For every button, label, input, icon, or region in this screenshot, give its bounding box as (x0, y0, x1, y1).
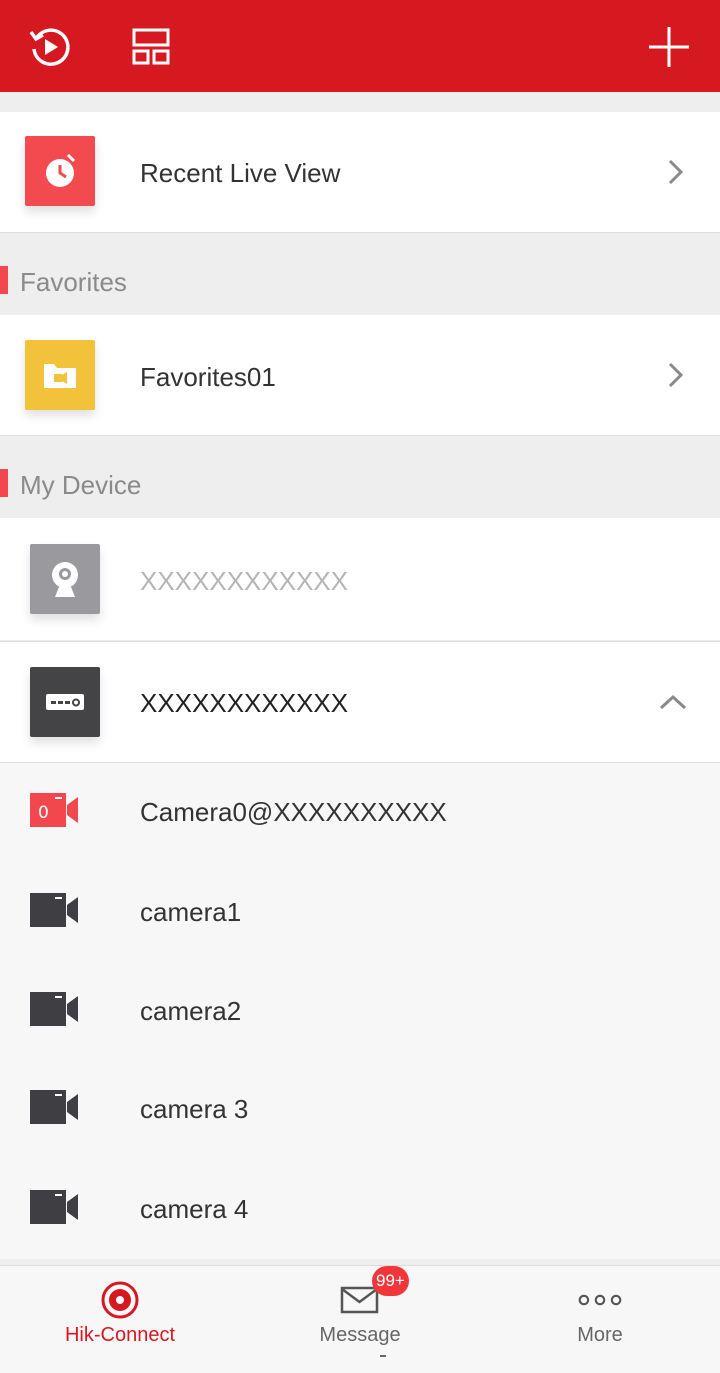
camera-list: 0 Camera0@XXXXXXXXXX camera1 camera2 cam… (0, 763, 720, 1259)
chevron-right-icon (664, 360, 688, 390)
nvr-icon (30, 667, 100, 737)
camera-icon (30, 1090, 78, 1124)
chevron-up-icon[interactable] (658, 687, 688, 717)
my-device-section-header: My Device (0, 436, 720, 518)
camera-label: camera1 (140, 897, 242, 927)
camera-row[interactable]: camera1 (0, 873, 720, 953)
my-device-section-title: My Device (20, 470, 142, 500)
playback-icon[interactable] (25, 22, 75, 72)
camera-label: camera2 (140, 996, 242, 1026)
ip-camera-icon (30, 544, 100, 614)
tab-hik-connect[interactable]: Hik-Connect (0, 1266, 240, 1373)
section-marker (0, 266, 8, 294)
camera-row[interactable]: camera2 (0, 972, 720, 1052)
camera-row[interactable]: 0 Camera0@XXXXXXXXXX (0, 773, 720, 853)
favorites-section-header: Favorites (0, 233, 720, 315)
device-row-nvr[interactable]: XXXXXXXXXXXX (0, 642, 720, 762)
message-badge: 99+ (372, 1266, 409, 1296)
alarm-clock-icon (25, 136, 95, 206)
video-folder-icon (25, 340, 95, 410)
chevron-right-icon (664, 157, 688, 187)
device-row-offline[interactable]: XXXXXXXXXXXX (0, 518, 720, 640)
camera-label: camera 3 (140, 1094, 249, 1124)
tab-message[interactable]: 99+ Message (240, 1266, 480, 1373)
tab-label: Message (319, 1324, 401, 1346)
device-name: XXXXXXXXXXXX (140, 566, 349, 596)
camera-active-icon: 0 (30, 793, 78, 827)
favorites-row[interactable]: Favorites01 (0, 315, 720, 435)
favorites-item-label: Favorites01 (140, 362, 276, 392)
camera-icon (30, 893, 78, 927)
hik-connect-icon (98, 1280, 142, 1320)
more-dots-icon (578, 1280, 622, 1320)
add-icon[interactable] (644, 22, 694, 72)
section-marker (0, 469, 8, 497)
device-name: XXXXXXXXXXXX (140, 688, 349, 718)
camera-row[interactable]: camera 4 (0, 1170, 720, 1250)
camera-label: camera 4 (140, 1194, 249, 1224)
tab-label: More (577, 1324, 623, 1346)
home-indicator (380, 1355, 386, 1357)
camera-icon (30, 1190, 78, 1224)
favorites-section-title: Favorites (20, 267, 127, 297)
layout-icon[interactable] (126, 22, 176, 72)
camera-row[interactable]: camera 3 (0, 1070, 720, 1150)
camera-label: Camera0@XXXXXXXXXX (140, 797, 447, 827)
camera-icon (30, 992, 78, 1026)
bottom-tab-bar: Hik-Connect 99+ Message More (0, 1265, 720, 1373)
camera-index-badge: 0 (38, 803, 49, 823)
recent-live-view-row[interactable]: Recent Live View (0, 112, 720, 232)
top-bar (0, 0, 720, 92)
recent-live-view-label: Recent Live View (140, 158, 341, 188)
tab-more[interactable]: More (480, 1266, 720, 1373)
tab-label: Hik-Connect (64, 1324, 176, 1346)
